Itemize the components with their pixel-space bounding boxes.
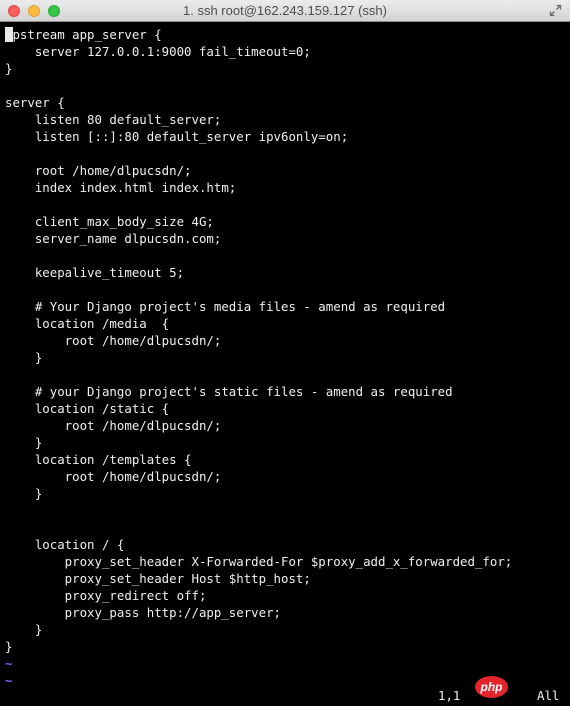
window-title: 1. ssh root@162.243.159.127 (ssh) (183, 3, 387, 18)
empty-line-marker: ~ (5, 656, 13, 671)
code-line: proxy_pass http://app_server; (5, 605, 282, 620)
scroll-position: All (537, 688, 560, 703)
code-line: server { (5, 95, 65, 110)
code-line: } (5, 61, 13, 76)
code-line: # Your Django project's media files - am… (5, 299, 446, 314)
code-line: } (5, 350, 43, 365)
cursor-position: 1,1 (438, 688, 461, 703)
code-line: keepalive_timeout 5; (5, 265, 185, 280)
code-line: root /home/dlpucsdn/; (5, 163, 192, 178)
empty-line-marker: ~ (5, 673, 13, 688)
code-line: location /media { (5, 316, 170, 331)
code-line: proxy_set_header X-Forwarded-For $proxy_… (5, 554, 513, 569)
code-line: location /static { (5, 401, 170, 416)
code-line: proxy_set_header Host $http_host; (5, 571, 311, 586)
code-line: location /templates { (5, 452, 192, 467)
fullscreen-icon[interactable] (549, 4, 562, 17)
code-line: proxy_redirect off; (5, 588, 207, 603)
code-line: server 127.0.0.1:9000 fail_timeout=0; (5, 44, 311, 59)
terminal-content[interactable]: upstream app_server { server 127.0.0.1:9… (0, 22, 570, 706)
code-line: index index.html index.htm; (5, 180, 237, 195)
code-line: upstream app_server { (5, 27, 162, 42)
code-line: } (5, 622, 43, 637)
php-watermark: php (475, 676, 508, 698)
text-cursor (5, 27, 13, 42)
code-line: # your Django project's static files - a… (5, 384, 453, 399)
code-line: server_name dlpucsdn.com; (5, 231, 222, 246)
code-line: root /home/dlpucsdn/; (5, 469, 222, 484)
terminal-window: 1. ssh root@162.243.159.127 (ssh) upstre… (0, 0, 570, 706)
code-line: } (5, 435, 43, 450)
code-line: location / { (5, 537, 125, 552)
code-line: listen 80 default_server; (5, 112, 222, 127)
code-line: } (5, 639, 13, 654)
title-bar[interactable]: 1. ssh root@162.243.159.127 (ssh) (0, 0, 570, 22)
code-line: listen [::]:80 default_server ipv6only=o… (5, 129, 349, 144)
code-line: } (5, 486, 43, 501)
code-line: root /home/dlpucsdn/; (5, 333, 222, 348)
code-line: root /home/dlpucsdn/; (5, 418, 222, 433)
code-line: client_max_body_size 4G; (5, 214, 214, 229)
